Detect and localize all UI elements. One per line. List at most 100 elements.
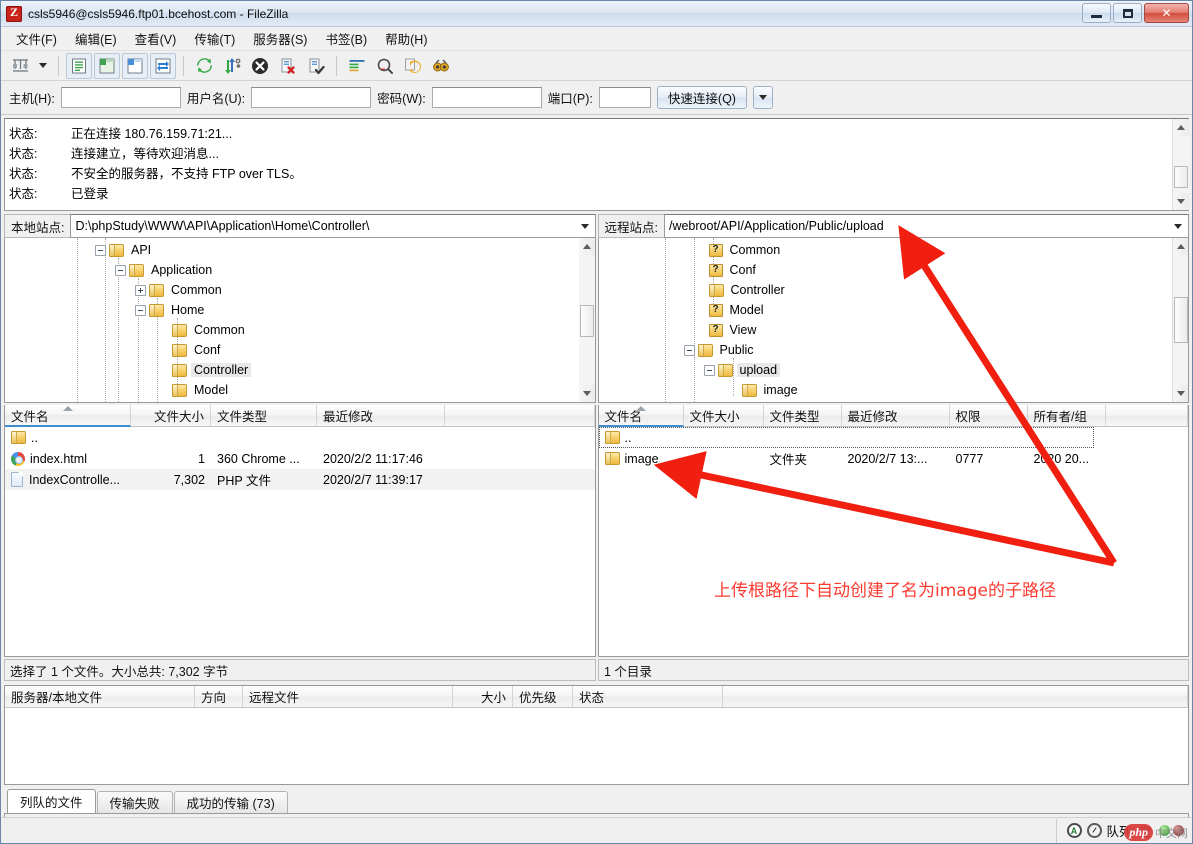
- password-input[interactable]: [431, 87, 542, 108]
- table-row[interactable]: ..: [5, 427, 595, 448]
- site-manager-icon[interactable]: [7, 53, 33, 79]
- column-header-size[interactable]: 大小: [453, 686, 513, 708]
- column-header-server-local-file[interactable]: 服务器/本地文件: [5, 686, 195, 708]
- process-queue-icon[interactable]: [219, 53, 245, 79]
- menu-bookmarks[interactable]: 书签(B): [316, 26, 376, 51]
- column-header-direction[interactable]: 方向: [195, 686, 243, 708]
- column-header-owner-group[interactable]: 所有者/组: [1027, 405, 1106, 427]
- scroll-thumb[interactable]: [1173, 166, 1188, 188]
- tree-node-home[interactable]: Home: [5, 300, 579, 320]
- table-row[interactable]: index.html 1 360 Chrome ... 2020/2/2 11:…: [5, 448, 595, 469]
- column-header-remote-file[interactable]: 远程文件: [243, 686, 453, 708]
- tree-node-remote-controller[interactable]: Controller: [599, 280, 1173, 300]
- maximize-button[interactable]: [1113, 3, 1142, 23]
- column-header-filetype[interactable]: 文件类型: [211, 405, 317, 427]
- column-header-filler[interactable]: [723, 686, 1188, 708]
- local-directory-tree[interactable]: API Application Common Home Common Conf …: [4, 238, 596, 403]
- scroll-track[interactable]: [1172, 136, 1189, 193]
- tab-failed-transfers[interactable]: 传输失败: [96, 791, 173, 813]
- synchronized-browsing-icon[interactable]: [400, 53, 426, 79]
- minimize-button[interactable]: [1082, 3, 1111, 23]
- remote-tree-scrollbar[interactable]: [1172, 238, 1189, 402]
- remote-directory-tree[interactable]: ? Common ? Conf Controller ? Model ? Vie…: [597, 238, 1189, 403]
- cancel-icon[interactable]: [247, 53, 273, 79]
- tree-node-remote-image[interactable]: image: [599, 380, 1173, 400]
- tab-queued-files[interactable]: 列队的文件: [7, 789, 96, 813]
- menu-file[interactable]: 文件(F): [7, 26, 66, 51]
- menu-view[interactable]: 查看(V): [126, 26, 186, 51]
- column-header-filler[interactable]: [445, 405, 595, 427]
- log-scrollbar[interactable]: [1172, 119, 1189, 210]
- table-row[interactable]: ..: [598, 427, 1094, 448]
- column-header-permissions[interactable]: 权限: [949, 405, 1028, 427]
- menu-server[interactable]: 服务器(S): [244, 26, 316, 51]
- speed-limit-icon[interactable]: [1086, 823, 1102, 838]
- quickconnect-button[interactable]: 快速连接(Q): [656, 86, 747, 109]
- scroll-down-button[interactable]: [579, 385, 595, 402]
- scroll-track[interactable]: [1172, 255, 1189, 385]
- reconnect-icon[interactable]: [303, 53, 329, 79]
- expander-icon[interactable]: [115, 264, 126, 276]
- scroll-down-button[interactable]: [1172, 193, 1189, 210]
- tree-node-remote-common[interactable]: ? Common: [599, 240, 1173, 260]
- tree-node-application[interactable]: Application: [5, 260, 579, 280]
- menu-help[interactable]: 帮助(H): [376, 26, 436, 51]
- tree-node-remote-model[interactable]: ? Model: [599, 300, 1173, 320]
- column-header-priority[interactable]: 优先级: [513, 686, 573, 708]
- expander-icon[interactable]: [683, 344, 695, 356]
- chevron-down-icon[interactable]: [1174, 223, 1182, 229]
- expander-icon[interactable]: [135, 284, 146, 296]
- close-button[interactable]: ✕: [1144, 3, 1189, 23]
- remote-file-list[interactable]: 文件名 文件大小 文件类型 最近修改 权限 所有者/组 .. image 文件夹…: [597, 405, 1189, 657]
- quickconnect-history-dropdown[interactable]: [752, 86, 773, 109]
- local-tree-scrollbar[interactable]: [578, 238, 595, 402]
- toggle-remote-tree-icon[interactable]: [122, 52, 148, 79]
- scroll-thumb[interactable]: [1173, 297, 1188, 343]
- local-path-input[interactable]: D:\phpStudy\WWW\API\Application\Home\Con…: [70, 214, 596, 238]
- table-row[interactable]: image 文件夹 2020/2/7 13:... 0777 2020 20..…: [599, 448, 1189, 469]
- tree-node-home-model[interactable]: Model: [5, 380, 579, 400]
- local-file-list[interactable]: 文件名 文件大小 文件类型 最近修改 .. index.html 1 360 C…: [4, 405, 596, 657]
- expander-icon[interactable]: [703, 364, 715, 376]
- toggle-local-tree-icon[interactable]: [94, 52, 120, 79]
- scroll-up-button[interactable]: [1172, 238, 1189, 255]
- column-header-filetype[interactable]: 文件类型: [763, 405, 842, 427]
- host-input[interactable]: [60, 87, 181, 108]
- directory-compare-icon[interactable]: [372, 53, 398, 79]
- chevron-down-icon[interactable]: [580, 223, 589, 229]
- scroll-up-button[interactable]: [579, 238, 595, 255]
- column-header-filename[interactable]: 文件名: [5, 405, 131, 427]
- tab-successful-transfers[interactable]: 成功的传输 (73): [173, 791, 288, 813]
- refresh-icon[interactable]: [191, 53, 217, 79]
- scroll-thumb[interactable]: [580, 305, 594, 337]
- menu-transfer[interactable]: 传输(T): [185, 26, 244, 51]
- column-header-modified[interactable]: 最近修改: [317, 405, 445, 427]
- column-header-modified[interactable]: 最近修改: [841, 405, 950, 427]
- tree-node-home-conf[interactable]: Conf: [5, 340, 579, 360]
- table-row[interactable]: IndexControlle... 7,302 PHP 文件 2020/2/7 …: [5, 469, 595, 490]
- expander-icon[interactable]: [135, 304, 146, 316]
- tree-node-remote-public[interactable]: Public: [599, 340, 1173, 360]
- menu-edit[interactable]: 编辑(E): [66, 26, 126, 51]
- column-header-filler[interactable]: [1105, 405, 1188, 427]
- site-manager-dropdown[interactable]: [35, 54, 51, 78]
- column-header-status[interactable]: 状态: [573, 686, 723, 708]
- port-input[interactable]: [598, 87, 651, 108]
- expander-icon[interactable]: [95, 244, 106, 256]
- filter-icon[interactable]: [344, 53, 370, 79]
- tree-node-remote-view[interactable]: ? View: [599, 320, 1173, 340]
- column-header-filename[interactable]: 文件名: [598, 405, 684, 427]
- tree-node-home-common[interactable]: Common: [5, 320, 579, 340]
- scroll-up-button[interactable]: [1172, 119, 1189, 136]
- column-header-filesize[interactable]: 文件大小: [683, 405, 764, 427]
- tree-node-remote-conf[interactable]: ? Conf: [599, 260, 1173, 280]
- toggle-message-log-icon[interactable]: [66, 52, 92, 79]
- tree-node-api[interactable]: API: [5, 240, 579, 260]
- column-header-filesize[interactable]: 文件大小: [131, 405, 211, 427]
- remote-path-input[interactable]: /webroot/API/Application/Public/upload: [663, 214, 1189, 238]
- toggle-transfer-queue-icon[interactable]: [150, 52, 176, 79]
- transfer-queue[interactable]: 服务器/本地文件 方向 远程文件 大小 优先级 状态: [4, 685, 1189, 785]
- tree-node-common[interactable]: Common: [5, 280, 579, 300]
- server-state-icon[interactable]: A: [1066, 823, 1082, 838]
- tree-node-home-controller[interactable]: Controller: [5, 360, 579, 380]
